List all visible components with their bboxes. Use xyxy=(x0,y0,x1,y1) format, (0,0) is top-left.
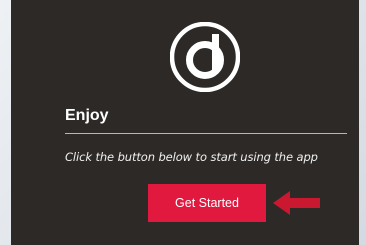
instruction-text: Click the button below to start using th… xyxy=(65,150,318,164)
page-title: Enjoy xyxy=(65,107,109,124)
onboarding-panel: Enjoy Click the button below to start us… xyxy=(11,0,359,245)
divider xyxy=(65,133,347,134)
arrow-left-icon xyxy=(273,191,320,215)
circle-d-logo-icon xyxy=(170,22,240,92)
get-started-button[interactable]: Get Started xyxy=(148,184,266,222)
